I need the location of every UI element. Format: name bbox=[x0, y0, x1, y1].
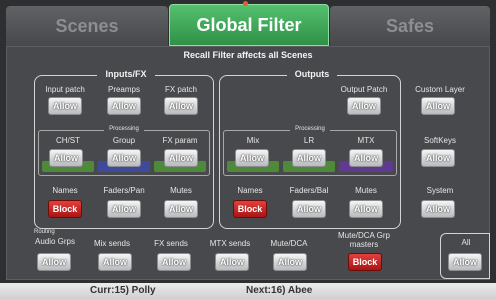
all-label: All bbox=[461, 238, 471, 247]
output-patch-button[interactable]: Allow bbox=[347, 97, 381, 115]
audio-grps-button[interactable]: Allow bbox=[37, 253, 71, 271]
fx-param-label: FX param bbox=[162, 136, 198, 145]
mix-button[interactable]: Allow bbox=[235, 149, 269, 167]
tab-safes[interactable]: Safes bbox=[330, 6, 490, 46]
output-patch-label: Output Patch bbox=[340, 85, 388, 94]
mtx-sends-label: MTX sends bbox=[209, 239, 251, 248]
mix-sends-label: Mix sends bbox=[93, 239, 130, 248]
outputs-processing-label: Processing bbox=[290, 126, 330, 132]
faders-bal-label: Faders/Bal bbox=[289, 186, 329, 195]
mute-dca-label: Mute/DCA bbox=[270, 239, 308, 248]
faders-bal-button[interactable]: Allow bbox=[292, 200, 326, 218]
fx-param-button[interactable]: Allow bbox=[164, 149, 198, 167]
out-names-button[interactable]: Block bbox=[233, 200, 267, 218]
preamps-label: Preamps bbox=[107, 85, 140, 94]
out-mutes-label: Mutes bbox=[355, 186, 377, 195]
in-mutes-button[interactable]: Allow bbox=[164, 200, 198, 218]
input-patch-button[interactable]: Allow bbox=[48, 97, 82, 115]
preamps-button[interactable]: Allow bbox=[107, 97, 141, 115]
ch-st-label: CH/ST bbox=[56, 136, 80, 145]
in-names-label: Names bbox=[52, 186, 78, 195]
panel-title: Recall Filter affects all Scenes bbox=[183, 50, 313, 60]
audio-grps-label: Audio Grps bbox=[34, 237, 76, 246]
fx-patch-label: FX patch bbox=[164, 85, 197, 94]
inputs-processing-label: Processing bbox=[104, 126, 144, 132]
custom-layer-label: Custom Layer bbox=[415, 85, 465, 94]
mix-label: Mix bbox=[246, 136, 260, 145]
out-names-label: Names bbox=[237, 186, 263, 195]
custom-layer-button[interactable]: Allow bbox=[421, 97, 455, 115]
ch-st-button[interactable]: Allow bbox=[49, 149, 83, 167]
active-indicator-dot bbox=[243, 1, 248, 6]
in-names-button[interactable]: Block bbox=[48, 200, 82, 218]
group-label: Group bbox=[112, 136, 136, 145]
footer-bar: Curr:15) Polly Next:16) Abee bbox=[0, 283, 496, 299]
routing-title: Routing bbox=[34, 229, 55, 235]
faders-pan-label: Faders/Pan bbox=[103, 186, 145, 195]
tab-global-filter[interactable]: Global Filter bbox=[169, 4, 329, 46]
system-button[interactable]: Allow bbox=[421, 200, 455, 218]
out-mutes-button[interactable]: Allow bbox=[349, 200, 383, 218]
softkeys-label: SoftKeys bbox=[423, 136, 456, 145]
system-label: System bbox=[426, 186, 454, 195]
lr-button[interactable]: Allow bbox=[292, 149, 326, 167]
current-scene: Curr:15) Polly bbox=[90, 285, 156, 296]
tab-scenes[interactable]: Scenes bbox=[6, 6, 168, 46]
next-scene: Next:16) Abee bbox=[246, 285, 313, 296]
input-patch-label: Input patch bbox=[45, 85, 85, 94]
fx-sends-label: FX sends bbox=[154, 239, 188, 248]
fx-sends-button[interactable]: Allow bbox=[157, 253, 191, 271]
group-button[interactable]: Allow bbox=[107, 149, 141, 167]
fx-patch-button[interactable]: Allow bbox=[164, 97, 198, 115]
mute-dca-masters-label: Mute/DCA Grp masters bbox=[337, 231, 390, 249]
all-button[interactable]: Allow bbox=[448, 253, 482, 271]
inputs-fx-title: Inputs/FX bbox=[97, 69, 155, 79]
outputs-title: Outputs bbox=[287, 69, 337, 79]
mute-dca-masters-button[interactable]: Block bbox=[348, 253, 382, 271]
lr-label: LR bbox=[303, 136, 315, 145]
mtx-button[interactable]: Allow bbox=[349, 149, 383, 167]
in-mutes-label: Mutes bbox=[170, 186, 192, 195]
softkeys-button[interactable]: Allow bbox=[421, 149, 455, 167]
mtx-label: MTX bbox=[357, 136, 375, 145]
mute-dca-button[interactable]: Allow bbox=[273, 253, 307, 271]
faders-pan-button[interactable]: Allow bbox=[107, 200, 141, 218]
mix-sends-button[interactable]: Allow bbox=[98, 253, 132, 271]
mtx-sends-button[interactable]: Allow bbox=[215, 253, 249, 271]
